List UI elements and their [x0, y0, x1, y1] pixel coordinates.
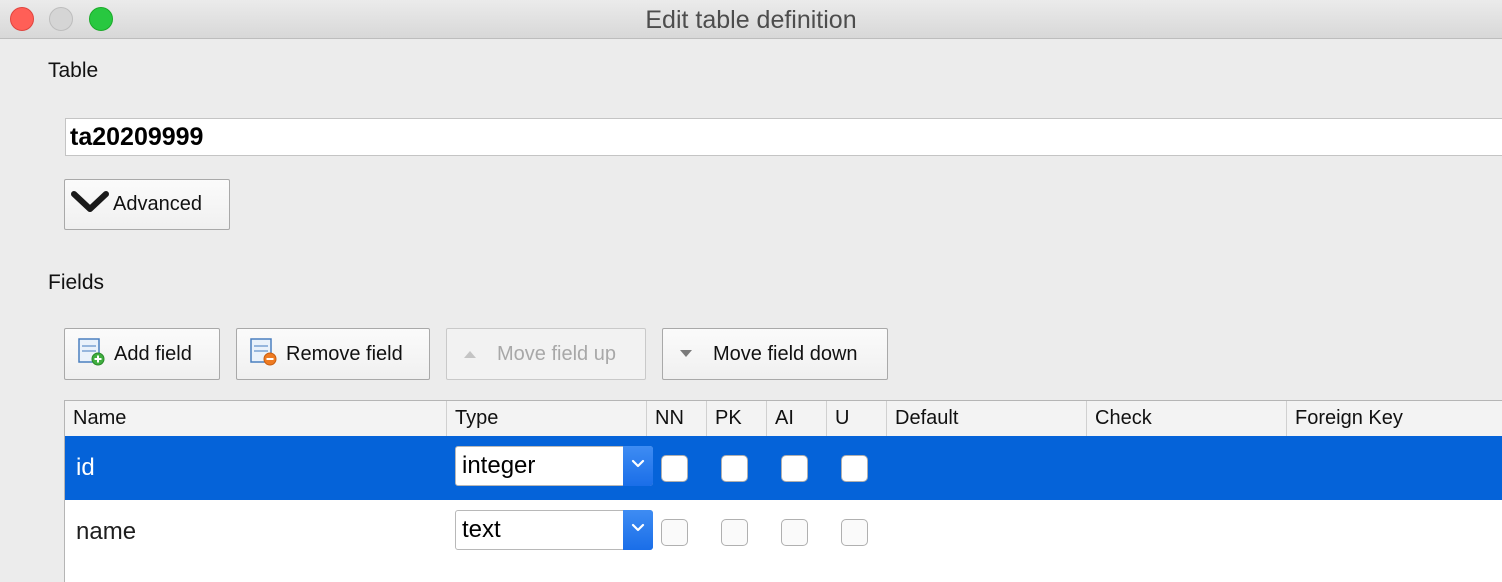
table-section-label: Table [48, 59, 99, 82]
advanced-button-label: Advanced [113, 193, 202, 215]
field-name-cell[interactable]: id [76, 436, 95, 500]
nn-checkbox[interactable] [661, 519, 688, 546]
advanced-button[interactable]: Advanced [64, 179, 230, 230]
column-header-u[interactable]: U [827, 401, 887, 436]
column-header-type[interactable]: Type [447, 401, 647, 436]
field-type-select[interactable]: text [455, 510, 653, 550]
nn-checkbox[interactable] [661, 455, 688, 482]
field-type-select[interactable]: integer [455, 446, 653, 486]
table-header: Name Type NN PK AI U Default Check Forei… [65, 401, 1502, 437]
triangle-down-icon [679, 343, 693, 366]
pk-checkbox[interactable] [721, 455, 748, 482]
move-field-down-button[interactable]: Move field down [662, 328, 888, 380]
pk-checkbox[interactable] [721, 519, 748, 546]
column-header-name[interactable]: Name [65, 401, 447, 436]
add-field-label: Add field [114, 342, 192, 365]
chevron-down-icon [623, 446, 653, 486]
title-bar: Edit table definition [0, 0, 1502, 39]
column-header-default[interactable]: Default [887, 401, 1087, 436]
table-row[interactable]: name text [65, 500, 1502, 564]
unique-checkbox[interactable] [841, 455, 868, 482]
chevron-down-icon [71, 189, 109, 221]
window-title: Edit table definition [645, 6, 857, 34]
ai-checkbox[interactable] [781, 455, 808, 482]
chevron-down-icon [623, 510, 653, 550]
column-header-foreign-key[interactable]: Foreign Key [1287, 401, 1502, 436]
ai-checkbox[interactable] [781, 519, 808, 546]
column-header-nn[interactable]: NN [647, 401, 707, 436]
remove-field-label: Remove field [286, 342, 403, 365]
triangle-up-icon [463, 343, 477, 366]
table-name-input[interactable] [65, 118, 1502, 156]
fields-table: Name Type NN PK AI U Default Check Forei… [64, 400, 1502, 582]
add-field-button[interactable]: Add field [64, 328, 220, 380]
table-row[interactable]: id integer [65, 436, 1502, 500]
move-field-down-label: Move field down [713, 342, 858, 365]
fields-section-label: Fields [48, 271, 105, 294]
column-header-check[interactable]: Check [1087, 401, 1287, 436]
move-field-up-label: Move field up [497, 342, 616, 365]
unique-checkbox[interactable] [841, 519, 868, 546]
remove-field-button[interactable]: Remove field [236, 328, 430, 380]
column-header-ai[interactable]: AI [767, 401, 827, 436]
field-type-value: text [462, 516, 501, 543]
remove-field-icon [248, 336, 278, 372]
add-field-icon [76, 336, 106, 372]
field-name-cell[interactable]: name [76, 500, 136, 564]
field-type-value: integer [462, 452, 536, 479]
move-field-up-button[interactable]: Move field up [446, 328, 646, 380]
column-header-pk[interactable]: PK [707, 401, 767, 436]
